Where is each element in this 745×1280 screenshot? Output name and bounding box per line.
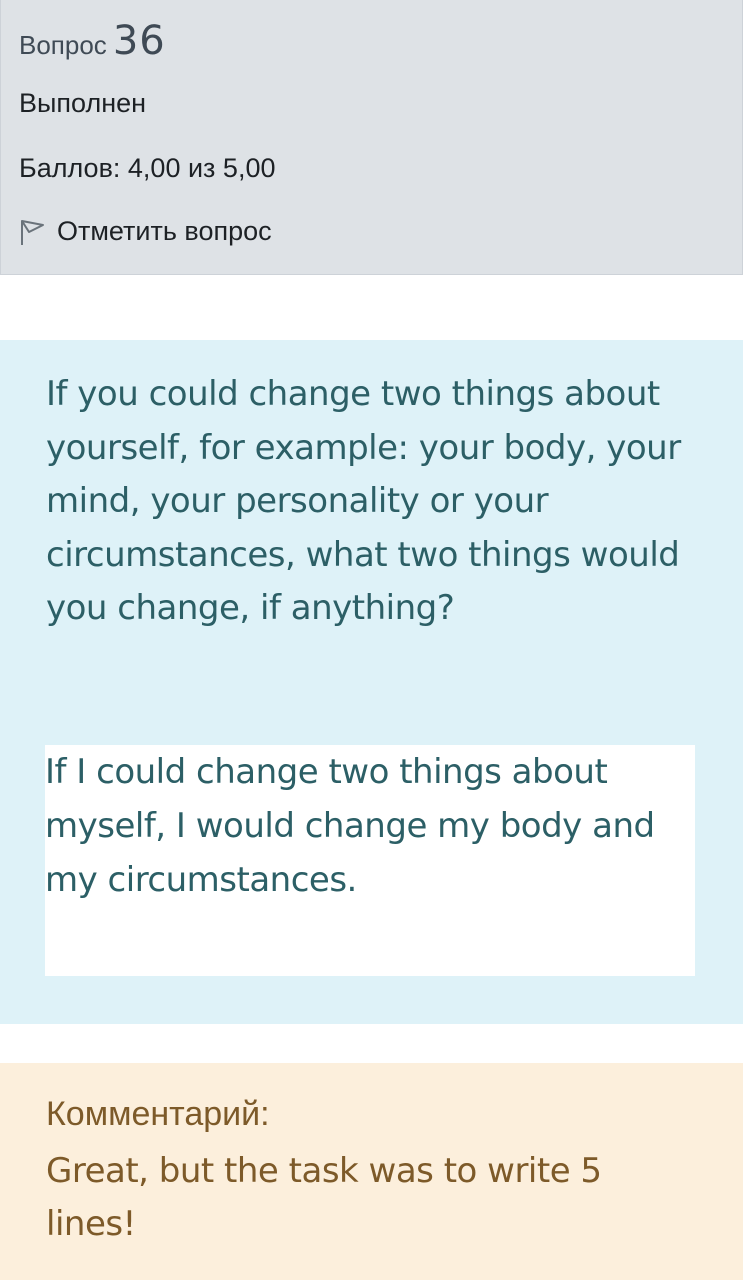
answer-text[interactable]: If I could change two things about mysel… — [45, 745, 685, 907]
question-number: Вопрос 36 — [19, 18, 166, 64]
question-grade: Баллов: 4,00 из 5,00 — [19, 153, 276, 183]
flag-outline-icon[interactable] — [19, 217, 47, 247]
feedback-panel: Комментарий: Great, but the task was to … — [0, 1063, 743, 1280]
question-number-value: 36 — [112, 18, 166, 64]
question-prefix: Вопрос — [19, 30, 107, 60]
answer-field[interactable]: If I could change two things about mysel… — [45, 745, 695, 976]
question-state: Выполнен — [19, 88, 147, 118]
flag-question-link[interactable]: Отметить вопрос — [19, 216, 272, 247]
feedback-text: Great, but the task was to write 5 lines… — [46, 1151, 602, 1244]
flag-question-label[interactable]: Отметить вопрос — [57, 216, 272, 247]
question-text: If you could change two things about you… — [46, 374, 681, 628]
feedback-label: Комментарий: — [46, 1095, 270, 1133]
question-info-panel: Вопрос 36 Выполнен Баллов: 4,00 из 5,00 О… — [0, 0, 743, 275]
question-panel: If you could change two things about you… — [0, 340, 743, 1024]
